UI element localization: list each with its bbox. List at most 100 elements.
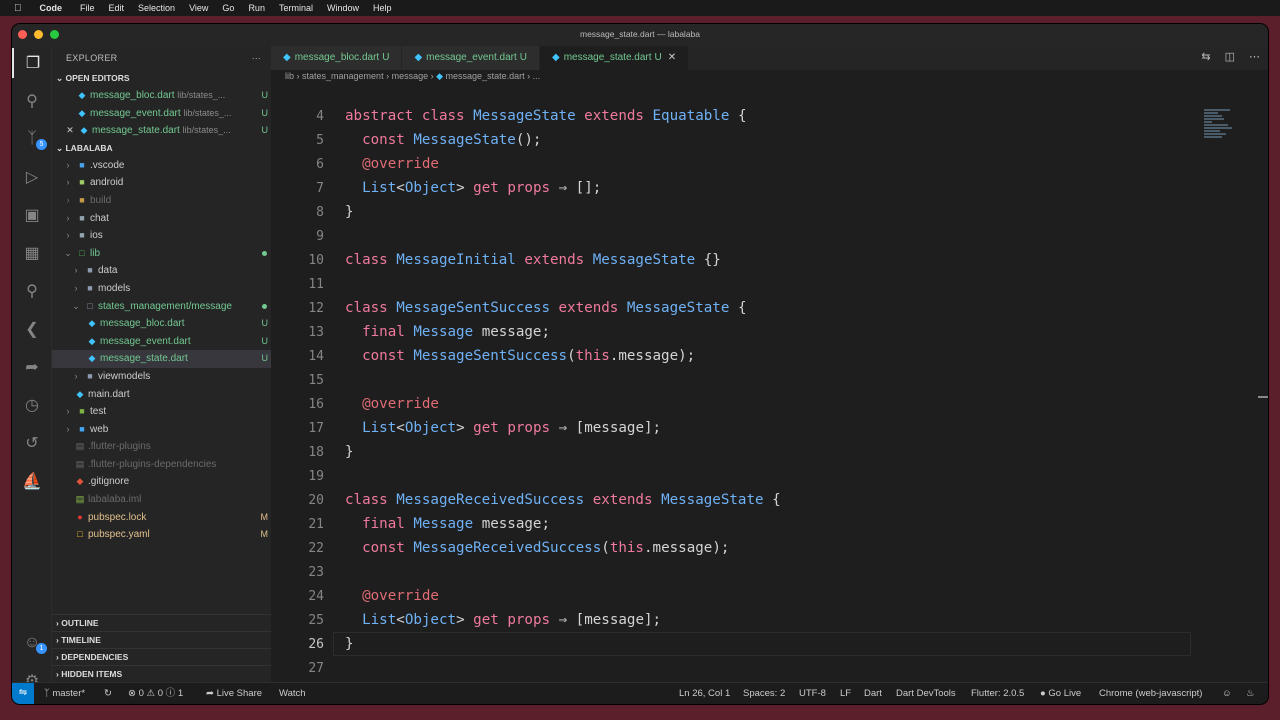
code-editor[interactable]: 4 abstract class MessageState extends Equ… xyxy=(271,108,1211,678)
encoding[interactable]: UTF-8 xyxy=(799,683,826,704)
code-line[interactable]: 16 @override xyxy=(271,392,439,416)
language-mode[interactable]: Dart xyxy=(864,683,882,704)
docker-icon[interactable]: ⛵ xyxy=(12,466,52,496)
tree-item-ios[interactable]: › ■ ios xyxy=(52,227,271,245)
breadcrumb-item[interactable]: lib xyxy=(285,71,294,81)
remote-indicator-icon[interactable]: ⇋ xyxy=(12,683,34,704)
tree-item-flutter-plugins-dependencies[interactable]: ▤ .flutter-plugins-dependencies xyxy=(52,456,271,474)
flutter-icon[interactable]: ❮ xyxy=(12,314,52,344)
code-line[interactable]: 12 class MessageSentSuccess extends Messa… xyxy=(271,296,746,320)
outline-section[interactable]: › OUTLINE xyxy=(52,614,271,631)
breadcrumb-item[interactable]: ... xyxy=(533,71,541,81)
code-line[interactable]: 4 abstract class MessageState extends Equ… xyxy=(271,108,746,128)
tree-item-gitignore[interactable]: ◆ .gitignore xyxy=(52,473,271,491)
code-line[interactable]: 8} xyxy=(271,200,353,224)
tree-item-main[interactable]: ◆ main.dart xyxy=(52,386,271,404)
menu-run[interactable]: Run xyxy=(248,3,265,13)
run-debug-icon[interactable]: ▷ xyxy=(12,162,52,192)
menu-selection[interactable]: Selection xyxy=(138,3,175,13)
more-actions-icon[interactable]: ⋯ xyxy=(1249,50,1260,63)
indentation[interactable]: Spaces: 2 xyxy=(743,683,785,704)
hidden-items-section[interactable]: › HIDDEN ITEMS xyxy=(52,665,271,682)
tree-item-viewmodels[interactable]: › ■ viewmodels xyxy=(52,368,271,386)
menu-help[interactable]: Help xyxy=(373,3,392,13)
tree-item-states-management[interactable]: ⌄ □ states_management/message xyxy=(52,298,271,316)
code-line[interactable]: 15 xyxy=(271,368,324,392)
source-control-icon[interactable]: ᛉ5 xyxy=(12,124,52,154)
code-line[interactable]: 23 xyxy=(271,560,324,584)
account-icon[interactable]: ☺ 1 xyxy=(12,628,52,658)
feedback-icon[interactable]: ☺ xyxy=(1222,683,1232,704)
breadcrumb-item[interactable]: message xyxy=(392,71,429,81)
tree-item-lib[interactable]: ⌄ □ lib xyxy=(52,245,271,263)
code-line[interactable]: 24 @override xyxy=(271,584,439,608)
extensions-icon[interactable]: ▦ xyxy=(12,238,52,268)
tree-item-message-state[interactable]: ◆ message_state.dart U xyxy=(52,350,271,368)
scrollbar-marker[interactable] xyxy=(1258,396,1268,398)
end-of-line[interactable]: LF xyxy=(840,683,851,704)
workspace-header[interactable]: ⌄ LABALABA xyxy=(52,140,271,157)
code-line[interactable]: 10 class MessageInitial extends MessageSt… xyxy=(271,248,721,272)
apple-icon[interactable]:  xyxy=(14,3,22,14)
menu-go[interactable]: Go xyxy=(222,3,234,13)
code-line[interactable]: 9 xyxy=(271,224,324,248)
code-line[interactable]: 17 List<Object> get props ⇒ [message]; xyxy=(271,416,661,440)
tree-item-models[interactable]: › ■ models xyxy=(52,280,271,298)
problems-indicator[interactable]: ⊗ 0 ⚠ 0 ⓘ 1 xyxy=(128,683,183,704)
tree-item-vscode[interactable]: › ■ .vscode xyxy=(52,157,271,175)
timer-icon[interactable]: ◷ xyxy=(12,390,52,420)
tree-item-flutter-plugins[interactable]: ▤ .flutter-plugins xyxy=(52,438,271,456)
close-tab-icon[interactable]: ✕ xyxy=(668,52,676,63)
split-editor-icon[interactable]: ◫ xyxy=(1225,50,1235,63)
menu-code[interactable]: Code xyxy=(40,3,63,13)
close-icon[interactable]: ✕ xyxy=(64,122,76,140)
tab-message-bloc[interactable]: ◆ message_bloc.dart U xyxy=(271,46,403,70)
code-line[interactable]: 21 final Message message; xyxy=(271,512,550,536)
code-line[interactable]: 14 const MessageSentSuccess(this.message… xyxy=(271,344,695,368)
live-share-button[interactable]: ➦ Live Share xyxy=(206,683,262,704)
tab-message-state[interactable]: ◆ message_state.dart U ✕ xyxy=(540,46,690,70)
flutter-version[interactable]: Flutter: 2.0.5 xyxy=(971,683,1024,704)
code-line[interactable]: 25 List<Object> get props ⇒ [message]; xyxy=(271,608,661,632)
open-editor-item[interactable]: ◆ message_event.dart lib/states_... U xyxy=(52,105,271,123)
testing-icon[interactable]: ⚲ xyxy=(12,276,52,306)
open-editor-item[interactable]: ✕ ◆ message_state.dart lib/states_... U xyxy=(52,122,271,140)
dart-devtools-button[interactable]: Dart DevTools xyxy=(896,683,956,704)
close-window-button[interactable] xyxy=(18,30,27,39)
branch-indicator[interactable]: ᛉ master* xyxy=(44,683,85,704)
code-line[interactable]: 5 const MessageState(); xyxy=(271,128,541,152)
tree-item-pubspec-yaml[interactable]: □ pubspec.yaml M xyxy=(52,526,271,544)
code-line[interactable]: 20 class MessageReceivedSuccess extends M… xyxy=(271,488,780,512)
sync-icon[interactable]: ↻ xyxy=(104,683,112,704)
code-line[interactable]: 19 xyxy=(271,464,324,488)
minimap[interactable] xyxy=(1204,108,1240,148)
tree-item-labalaba-iml[interactable]: ▤ labalaba.iml xyxy=(52,491,271,509)
menu-terminal[interactable]: Terminal xyxy=(279,3,313,13)
tree-item-android[interactable]: › ■ android xyxy=(52,174,271,192)
tree-item-web[interactable]: › ■ web xyxy=(52,421,271,439)
open-editor-item[interactable]: ◆ message_bloc.dart lib/states_... U xyxy=(52,87,271,105)
open-editors-header[interactable]: ⌄ OPEN EDITORS xyxy=(52,70,271,87)
menu-view[interactable]: View xyxy=(189,3,208,13)
notifications-bell-icon[interactable]: ♨ xyxy=(1246,683,1255,704)
tree-item-message-bloc[interactable]: ◆ message_bloc.dart U xyxy=(52,315,271,333)
menu-edit[interactable]: Edit xyxy=(109,3,125,13)
tree-item-test[interactable]: › ■ test xyxy=(52,403,271,421)
source-control-diff-icon[interactable]: ⇆ xyxy=(1201,50,1210,63)
code-line[interactable]: 7 List<Object> get props ⇒ []; xyxy=(271,176,601,200)
breadcrumb-item[interactable]: message_state.dart xyxy=(446,71,525,81)
code-line[interactable]: 26} xyxy=(271,632,353,656)
menu-file[interactable]: File xyxy=(80,3,95,13)
code-line[interactable]: 22 const MessageReceivedSuccess(this.mes… xyxy=(271,536,729,560)
remote-explorer-icon[interactable]: ▣ xyxy=(12,200,52,230)
code-line[interactable]: 6 @override xyxy=(271,152,439,176)
code-line[interactable]: 13 final Message message; xyxy=(271,320,550,344)
dependencies-section[interactable]: › DEPENDENCIES xyxy=(52,648,271,665)
go-live-button[interactable]: ● Go Live xyxy=(1040,683,1081,704)
tree-item-build[interactable]: › ■ build xyxy=(52,192,271,210)
code-line[interactable]: 18} xyxy=(271,440,353,464)
breadcrumb-item[interactable]: states_management xyxy=(302,71,384,81)
timeline-section[interactable]: › TIMELINE xyxy=(52,631,271,648)
tree-item-chat[interactable]: › ■ chat xyxy=(52,210,271,228)
explorer-icon[interactable]: ❐ xyxy=(12,48,52,78)
